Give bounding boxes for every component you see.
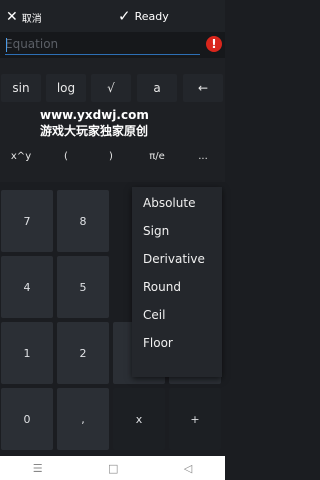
key-0[interactable]: 0 bbox=[1, 388, 53, 450]
key-8[interactable]: 8 bbox=[57, 190, 109, 252]
more-button[interactable]: ... bbox=[183, 142, 223, 170]
key-5[interactable]: 5 bbox=[57, 256, 109, 318]
equation-row bbox=[0, 32, 225, 58]
menu-item-floor[interactable]: Floor bbox=[132, 329, 222, 357]
top-bar: ✕ 取消 ✓ Ready bbox=[0, 0, 225, 32]
key-comma[interactable]: , bbox=[57, 388, 109, 450]
watermark-url: www.yxdwj.com bbox=[40, 108, 149, 122]
power-button[interactable]: x^y bbox=[1, 142, 41, 170]
key-2[interactable]: 2 bbox=[57, 322, 109, 384]
menu-item-ceil[interactable]: Ceil bbox=[132, 301, 222, 329]
check-icon: ✓ bbox=[118, 6, 131, 25]
backspace-button[interactable]: ← bbox=[183, 74, 223, 102]
log-button[interactable]: log bbox=[46, 74, 86, 102]
close-paren-button[interactable]: ) bbox=[91, 142, 131, 170]
key-multiply[interactable]: x bbox=[113, 388, 165, 450]
watermark-text: 游戏大玩家独家原创 bbox=[40, 124, 149, 138]
key-7[interactable]: 7 bbox=[1, 190, 53, 252]
close-icon: ✕ bbox=[6, 9, 18, 25]
function-menu: Absolute Sign Derivative Round Ceil Floo… bbox=[132, 187, 222, 377]
text-cursor bbox=[6, 38, 7, 52]
key-4[interactable]: 4 bbox=[1, 256, 53, 318]
equation-input[interactable] bbox=[5, 34, 200, 55]
key-1[interactable]: 1 bbox=[1, 322, 53, 384]
menu-icon[interactable]: ☰ bbox=[33, 462, 43, 475]
system-nav-bar: ☰ □ ◁ bbox=[0, 456, 225, 480]
back-icon[interactable]: ◁ bbox=[184, 462, 192, 475]
open-paren-button[interactable]: ( bbox=[46, 142, 86, 170]
pi-e-button[interactable]: π/e bbox=[137, 142, 177, 170]
error-icon[interactable]: ! bbox=[206, 36, 222, 52]
menu-item-sign[interactable]: Sign bbox=[132, 217, 222, 245]
menu-item-derivative[interactable]: Derivative bbox=[132, 245, 222, 273]
variable-a-button[interactable]: a bbox=[137, 74, 177, 102]
key-plus[interactable]: + bbox=[169, 388, 221, 450]
menu-item-round[interactable]: Round bbox=[132, 273, 222, 301]
home-icon[interactable]: □ bbox=[108, 462, 118, 475]
sin-button[interactable]: sin bbox=[1, 74, 41, 102]
ready-button[interactable]: ✓ Ready bbox=[118, 7, 169, 25]
ready-label: Ready bbox=[134, 9, 169, 23]
menu-item-absolute[interactable]: Absolute bbox=[132, 189, 222, 217]
sqrt-button[interactable]: √ bbox=[91, 74, 131, 102]
cancel-label: 取消 bbox=[21, 13, 42, 25]
cancel-button[interactable]: ✕ 取消 bbox=[6, 8, 42, 26]
